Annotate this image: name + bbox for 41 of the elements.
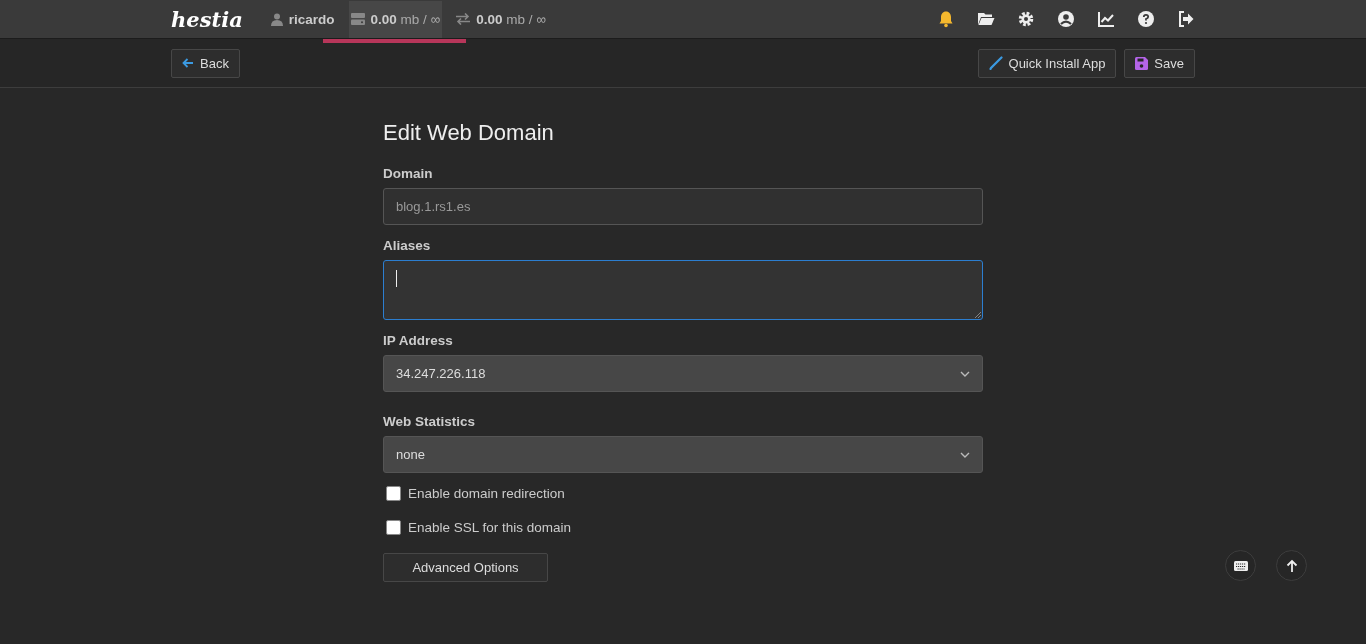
save-button[interactable]: Save <box>1124 48 1195 78</box>
back-button[interactable]: Back <box>171 48 240 78</box>
field-label: Aliases <box>383 238 432 253</box>
scroll-top-button[interactable] <box>1276 550 1307 581</box>
quick-install-button[interactable]: Quick Install App <box>977 48 1117 78</box>
page-title: Edit Web Domain <box>383 120 555 146</box>
checkbox[interactable] <box>386 485 401 501</box>
logout-icon[interactable] <box>1177 10 1195 28</box>
aliases-textarea[interactable] <box>383 260 983 320</box>
chevron-down-icon <box>960 370 970 377</box>
select-field[interactable]: 34.247.226.118 <box>383 355 983 392</box>
arrow-left-icon <box>182 58 194 68</box>
stat-item[interactable]: ricardo <box>268 0 337 38</box>
field-label: Domain <box>383 166 434 181</box>
pencil-icon <box>988 56 1003 70</box>
usage-text: 0.00 mb / ∞ <box>370 11 441 27</box>
advanced-options-button[interactable]: Advanced Options <box>383 553 548 582</box>
checkbox-label: Enable domain redirection <box>408 485 565 501</box>
hard-drive-icon <box>350 13 365 25</box>
resize-grip-icon[interactable] <box>973 310 981 318</box>
settings-icon[interactable] <box>1017 10 1035 28</box>
keyboard-icon <box>1233 560 1248 571</box>
username: ricardo <box>288 11 335 27</box>
field-label: IP Address <box>383 333 454 348</box>
checkbox-label: Enable SSL for this domain <box>408 519 572 535</box>
stat-item[interactable]: 0.00 mb / ∞ <box>454 0 548 38</box>
select-field[interactable]: none <box>383 436 983 473</box>
field-label: Web Statistics <box>383 414 477 429</box>
keyboard-shortcuts-button[interactable] <box>1225 550 1256 581</box>
user-icon <box>270 12 283 26</box>
help-icon[interactable] <box>1137 10 1155 28</box>
logo[interactable]: hestia <box>171 6 243 32</box>
bell-icon[interactable] <box>937 10 955 28</box>
folder-icon[interactable] <box>977 10 995 28</box>
arrow-up-icon <box>1285 558 1298 573</box>
line-chart-icon[interactable] <box>1097 10 1115 28</box>
chevron-down-icon <box>960 451 970 458</box>
user-icon[interactable] <box>1057 10 1075 28</box>
checkbox[interactable] <box>386 519 401 535</box>
exchange-icon <box>456 13 471 25</box>
usage-text: 0.00 mb / ∞ <box>476 11 546 27</box>
